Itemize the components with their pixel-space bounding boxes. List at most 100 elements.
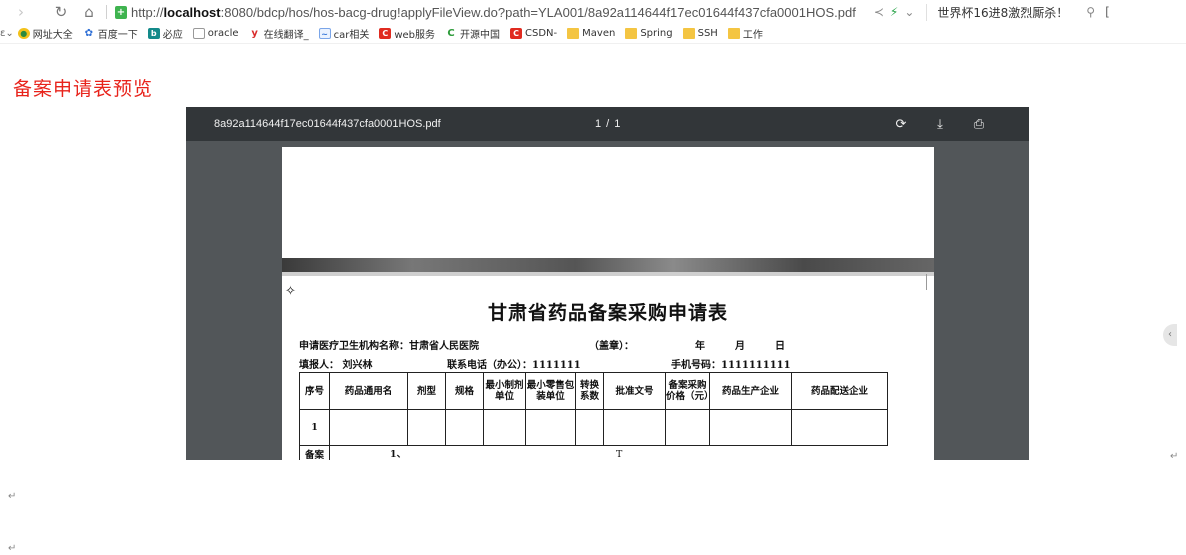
month-label: 月 bbox=[735, 341, 745, 352]
header-cell: 最小零售包装单位 bbox=[525, 372, 576, 410]
address-tools: ≺ ⚡ ⌄ bbox=[874, 5, 915, 19]
bookmark-label: 网址大全 bbox=[32, 30, 73, 41]
bookmark-item[interactable]: Cweb服务 bbox=[379, 26, 435, 41]
folder-icon bbox=[727, 28, 740, 39]
car-icon: ~ bbox=[318, 28, 331, 39]
table-cell bbox=[575, 409, 604, 446]
bookmark-label: CSDN- bbox=[525, 28, 558, 39]
home-icon[interactable]: ⌂ bbox=[78, 0, 100, 24]
header-cell: 转换系数 bbox=[575, 372, 604, 410]
bookmark-item[interactable]: y 在线翻译_ bbox=[249, 26, 309, 41]
header-cell: 最小制剂单位 bbox=[483, 372, 526, 410]
table-cell bbox=[407, 409, 446, 446]
header-cell: 规格 bbox=[445, 372, 484, 410]
header-cell: 药品配送企业 bbox=[791, 372, 888, 410]
paw-icon: ✿ bbox=[84, 28, 93, 39]
bookmark-label: web服务 bbox=[394, 30, 436, 41]
year-label: 年 bbox=[695, 341, 705, 352]
document-title: 甘肃省药品备案采购申请表 bbox=[487, 302, 728, 324]
bing-icon: b bbox=[147, 28, 160, 39]
y-icon: y bbox=[251, 28, 258, 39]
back-arrow-icon[interactable]: › bbox=[10, 0, 32, 24]
sidebar-toggle-icon[interactable]: ‹ bbox=[1163, 324, 1177, 346]
folder-icon bbox=[625, 28, 638, 39]
institution-name: 申请医疗卫生机构名称：甘肃省人民医院 bbox=[299, 341, 479, 352]
rotate-icon[interactable]: ⟳ bbox=[892, 115, 910, 133]
move-handle-icon: ✧ bbox=[285, 284, 296, 299]
table-cell bbox=[665, 409, 710, 446]
browser-toolbar: › ↻ ⌂ + http://localhost:8080/bdcp/hos/h… bbox=[0, 0, 1186, 24]
bookmark-label: 工作 bbox=[742, 30, 763, 41]
day-label: 日 bbox=[775, 341, 785, 352]
pdf-toolbar: 8a92a114644f17ec01644f437cfa0001HOS.pdf … bbox=[186, 107, 1029, 141]
scan-corner bbox=[926, 274, 934, 290]
table-cell bbox=[791, 409, 888, 446]
bookmark-label: 必应 bbox=[162, 30, 183, 41]
bookmark-item[interactable]: 工作 bbox=[727, 26, 763, 41]
remark-label: 备案 bbox=[299, 445, 330, 460]
table-row: 1 bbox=[299, 409, 888, 446]
share-icon[interactable]: ≺ bbox=[874, 5, 884, 19]
table-cell: 1 bbox=[299, 409, 330, 446]
bookmark-label: 开源中国 bbox=[460, 30, 501, 41]
address-bar[interactable]: http://localhost:8080/bdcp/hos/hos-bacg-… bbox=[131, 5, 856, 20]
refresh-icon[interactable]: ↻ bbox=[50, 0, 72, 24]
toolbar-edge-icon: [ bbox=[1105, 5, 1110, 19]
header-cell: 药品生产企业 bbox=[709, 372, 792, 410]
download-icon[interactable]: ⤓ bbox=[931, 115, 949, 133]
csdn-icon: C bbox=[379, 28, 392, 39]
table-cell bbox=[603, 409, 666, 446]
bookmark-item[interactable]: oracle bbox=[192, 28, 239, 39]
bookmark-item[interactable]: C 开源中国 bbox=[445, 26, 500, 41]
pdf-page: ✧ 甘肃省药品备案采购申请表 申请医疗卫生机构名称：甘肃省人民医院 （盖章）： … bbox=[282, 147, 934, 460]
search-icon[interactable]: ⚲ bbox=[1086, 5, 1095, 19]
print-icon[interactable]: ⎙ bbox=[970, 115, 988, 133]
secure-shield-icon: + bbox=[115, 5, 127, 19]
page-icon bbox=[192, 28, 205, 39]
hot-search-text[interactable]: 世界杯16进8激烈厮杀！ bbox=[926, 3, 1068, 21]
toolbar-divider bbox=[106, 5, 107, 19]
table-cell bbox=[483, 409, 526, 446]
url-path: :8080/bdcp/hos/hos-bacg-drug!applyFileVi… bbox=[220, 4, 856, 20]
url-prefix: http:// bbox=[131, 4, 164, 20]
paragraph-mark-icon: ↵ bbox=[1170, 451, 1179, 462]
bookmark-label: 百度一下 bbox=[97, 30, 138, 41]
bookmark-item[interactable]: ~ car相关 bbox=[318, 26, 370, 41]
url-host: localhost bbox=[163, 4, 221, 20]
application-table: 序号 药品通用名 剂型 规格 最小制剂单位 最小零售包装单位 转换系数 批准文号… bbox=[299, 372, 888, 460]
oschina-icon: C bbox=[447, 28, 455, 39]
bookmark-item[interactable]: Maven bbox=[567, 28, 615, 39]
office-phone: 联系电话（办公）：1111111 bbox=[447, 360, 581, 371]
bookmark-item[interactable]: SSH bbox=[682, 28, 718, 39]
bookmark-item[interactable]: ✿ 百度一下 bbox=[83, 26, 138, 41]
header-cell: 药品通用名 bbox=[329, 372, 408, 410]
bookmark-label: 在线翻译_ bbox=[263, 30, 309, 41]
table-cell bbox=[445, 409, 484, 446]
scan-shadow-band bbox=[282, 258, 934, 272]
table-cell bbox=[525, 409, 576, 446]
header-cell: 批准文号 bbox=[603, 372, 666, 410]
pdf-page-indicator: 1 / 1 bbox=[595, 118, 622, 130]
filler-name: 填报人： 刘兴林 bbox=[299, 360, 373, 371]
table-header-row: 序号 药品通用名 剂型 规格 最小制剂单位 最小零售包装单位 转换系数 批准文号… bbox=[299, 372, 888, 410]
globe-icon: ● bbox=[17, 28, 30, 39]
bookmark-label: oracle bbox=[207, 28, 239, 39]
bookmark-item[interactable]: C CSDN- bbox=[510, 28, 557, 39]
pdf-file-name: 8a92a114644f17ec01644f437cfa0001HOS.pdf bbox=[214, 118, 441, 130]
bookmarks-bar: ε⌄ ● 网址大全 ✿ 百度一下 b 必应 oracle y 在线翻译_ ~ car相关 … bbox=[0, 24, 1186, 44]
bookmark-item[interactable]: Spring bbox=[625, 28, 673, 39]
bookmark-label: car相关 bbox=[333, 30, 370, 41]
table-cell bbox=[709, 409, 792, 446]
scan-edge bbox=[282, 272, 934, 276]
paragraph-mark-icon: ↵ bbox=[8, 491, 17, 502]
bookmarks-chevron-icon[interactable]: ε⌄ bbox=[0, 28, 14, 39]
folder-icon bbox=[567, 28, 580, 39]
chevron-down-icon[interactable]: ⌄ bbox=[904, 5, 914, 19]
lightning-icon[interactable]: ⚡ bbox=[890, 5, 898, 19]
bookmark-item[interactable]: b 必应 bbox=[147, 26, 183, 41]
csdn-icon: C bbox=[510, 28, 523, 39]
pdf-viewer[interactable]: 8a92a114644f17ec01644f437cfa0001HOS.pdf … bbox=[186, 107, 1029, 460]
mobile-phone: 手机号码：1111111111 bbox=[671, 360, 791, 371]
header-cell: 剂型 bbox=[407, 372, 446, 410]
bookmark-item[interactable]: ● 网址大全 bbox=[17, 26, 73, 41]
